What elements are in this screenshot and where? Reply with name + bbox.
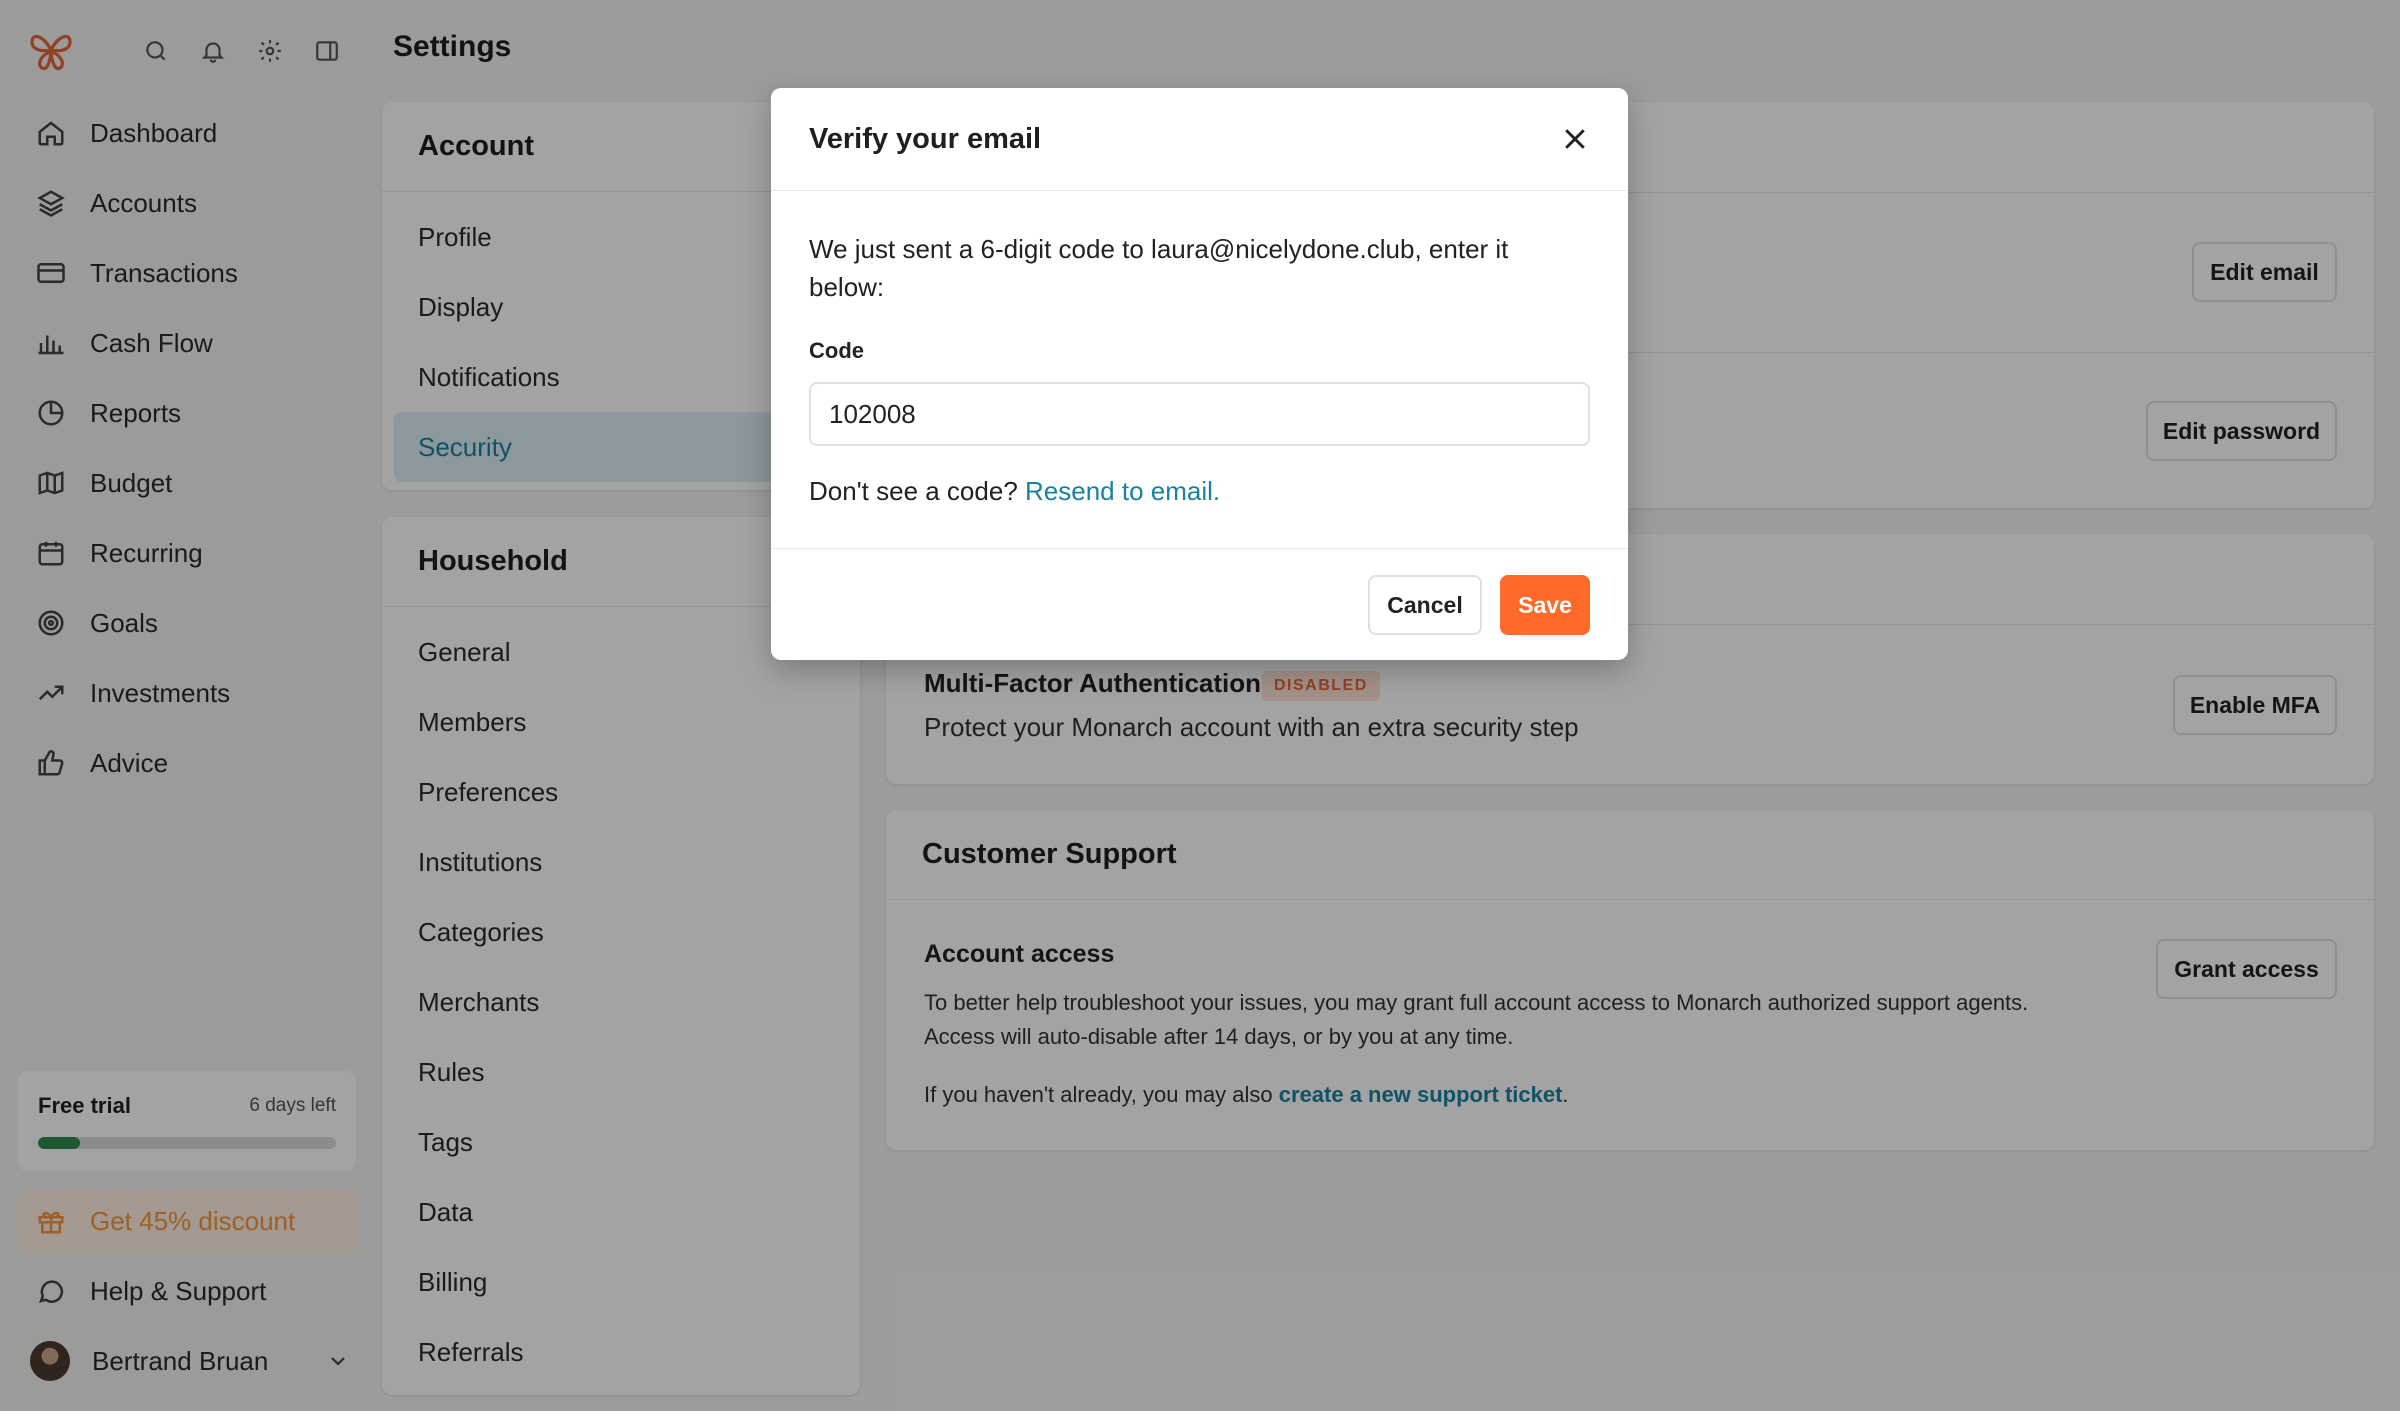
code-label: Code <box>809 338 864 363</box>
modal-message: We just sent a 6-digit code to laura@nic… <box>809 234 1509 302</box>
resend-link[interactable]: Resend to email. <box>1025 476 1220 506</box>
code-input[interactable] <box>809 382 1590 446</box>
modal-footer-divider <box>771 548 1628 549</box>
close-icon[interactable] <box>1560 124 1590 154</box>
modal-title: Verify your email <box>771 88 1628 191</box>
resend-line: Don't see a code? Resend to email. <box>809 476 1220 507</box>
cancel-button[interactable]: Cancel <box>1368 575 1482 635</box>
resend-prefix: Don't see a code? <box>809 476 1025 506</box>
save-button[interactable]: Save <box>1500 575 1590 635</box>
verify-email-modal: Verify your email We just sent a 6-digit… <box>771 88 1628 660</box>
